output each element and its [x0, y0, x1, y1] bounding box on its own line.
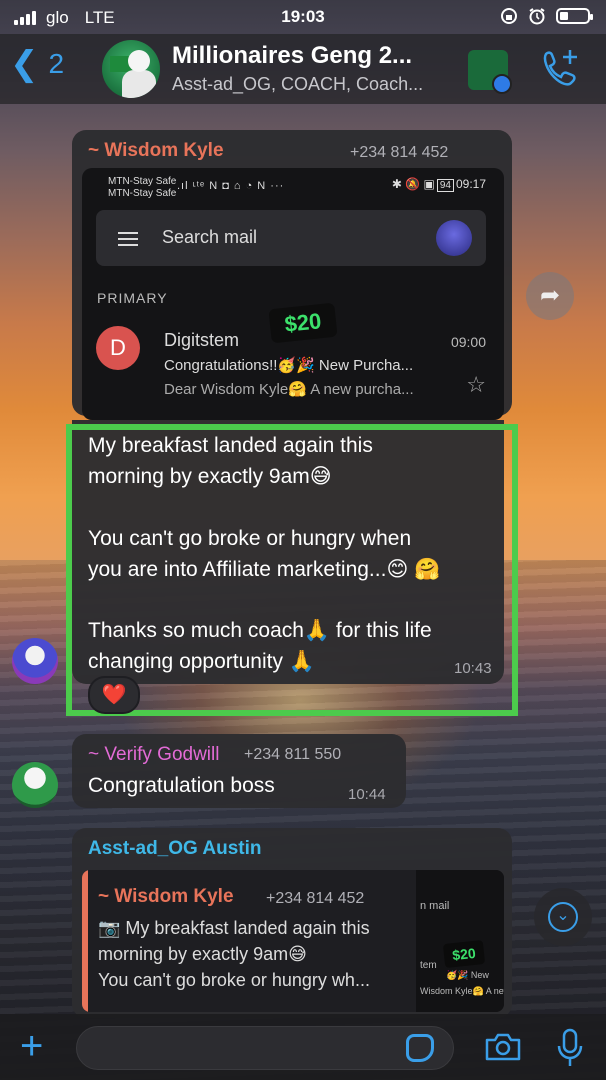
quote-sender: ~ Wisdom Kyle	[98, 886, 234, 907]
message-time: 10:44	[348, 786, 386, 803]
group-avatar-face	[128, 50, 150, 72]
add-call-button[interactable]	[540, 48, 580, 91]
scroll-down-button[interactable]: ⌄	[534, 888, 592, 946]
embed-email-time: 09:00	[450, 334, 486, 350]
lock-rotation-icon	[501, 8, 517, 24]
thumb-price-badge: $20	[442, 939, 486, 969]
thumb-from: tem	[420, 960, 437, 971]
message-sender[interactable]: ~ Verify Godwill	[88, 744, 219, 766]
thumb-mail: n mail	[420, 900, 450, 912]
mic-button[interactable]	[556, 1028, 584, 1073]
scroll-down-icon: ⌄	[548, 902, 578, 932]
message-sender[interactable]: Asst-ad_OG Austin	[88, 838, 262, 860]
message-sender-phone: +234 811 550	[244, 746, 342, 763]
compose-bar: +	[0, 1014, 606, 1080]
embed-email-snippet: Dear Wisdom Kyle🤗 A new purcha...	[164, 381, 414, 398]
quote-thumbnail: n mail tem 🥳🎉 New Wisdom Kyle🤗 A new $20	[416, 870, 504, 1012]
battery-icon	[556, 8, 593, 24]
thumb-line-2: Wisdom Kyle🤗 A new	[420, 986, 504, 996]
status-right	[500, 7, 593, 25]
camera-icon	[485, 1033, 521, 1061]
chat-header: ❮ 2 Millionaires Geng 2... Asst-ad_OG, C…	[0, 34, 606, 104]
alarm-icon	[529, 8, 545, 25]
message-text: Congratulation boss	[88, 774, 275, 797]
quote-line-2: morning by exactly 9am😅	[98, 944, 307, 964]
embed-search-placeholder: Search mail	[162, 227, 258, 247]
embed-battery: 94	[436, 179, 454, 192]
reaction-heart[interactable]: ❤️	[88, 676, 140, 714]
menu-icon	[118, 232, 138, 250]
thumb-line-1: 🥳🎉 New	[446, 970, 489, 980]
embed-time: 09:17	[455, 177, 486, 191]
group-members[interactable]: Asst-ad_OG, COACH, Coach...	[172, 74, 423, 95]
quoted-message[interactable]: ~ Wisdom Kyle +234 814 452 📷 My breakfas…	[82, 870, 504, 1012]
avatar-wisdom-kyle[interactable]	[12, 638, 58, 684]
embed-status-carriers: MTN-Stay Safe MTN-Stay Safe	[108, 176, 176, 200]
back-count: 2	[48, 48, 65, 79]
embed-sender-avatar: D	[96, 326, 140, 370]
shared-screenshot[interactable]: MTN-Stay Safe MTN-Stay Safe .ıl ᶫᵗᵉ N ◘ …	[82, 168, 504, 420]
back-button[interactable]: ❮ 2	[10, 45, 65, 83]
forward-button[interactable]: ➦	[526, 272, 574, 320]
mic-icon	[557, 1028, 583, 1066]
back-chevron-icon: ❮	[10, 45, 39, 83]
group-avatar-body	[122, 70, 156, 98]
avatar-verify-godwill[interactable]	[12, 762, 58, 808]
embed-carrier-1: MTN-Stay Safe	[108, 176, 177, 187]
embed-email-subject: Congratulations!!🥳🎉 New Purcha...	[164, 357, 414, 374]
camera-button[interactable]	[484, 1032, 522, 1067]
highlight-frame	[66, 424, 518, 716]
embed-section-label: PRIMARY	[97, 290, 168, 306]
sticker-icon[interactable]	[406, 1034, 434, 1062]
plus-icon[interactable]: +	[20, 1026, 43, 1066]
embed-carrier-2: MTN-Stay Safe	[108, 188, 177, 199]
quote-line-3: You can't go broke or hungry wh...	[98, 970, 370, 990]
message-input[interactable]	[76, 1026, 454, 1070]
quote-line-1: My breakfast landed again this	[125, 918, 370, 938]
group-avatar[interactable]	[102, 40, 160, 98]
forward-icon: ➦	[539, 282, 561, 309]
quote-phone: +234 814 452	[266, 890, 365, 907]
quote-bar	[82, 870, 88, 1012]
embed-account-avatar	[436, 220, 472, 256]
group-title[interactable]: Millionaires Geng 2...	[172, 42, 412, 70]
embed-email-from: Digitstem	[164, 330, 240, 350]
embed-status-icons: .ıl ᶫᵗᵉ N ◘ ⌂ ◔ N ···	[177, 180, 285, 192]
status-bar: glo LTE 19:03	[0, 0, 606, 34]
quote-line: 📷 My breakfast landed again this	[98, 918, 370, 939]
price-badge: $20	[268, 302, 338, 344]
status-avatar[interactable]	[468, 50, 512, 94]
star-icon: ☆	[466, 372, 486, 397]
embed-status-right: ✱ 🔕 ▣ 94 09:17	[391, 177, 486, 192]
add-call-icon	[543, 50, 577, 86]
camera-icon: 📷	[98, 918, 126, 938]
message-sender[interactable]: ~ Wisdom Kyle	[88, 140, 224, 162]
verified-icon	[492, 74, 512, 94]
embed-search-bar: Search mail	[96, 210, 486, 266]
message-sender-phone: +234 814 452	[350, 144, 449, 161]
